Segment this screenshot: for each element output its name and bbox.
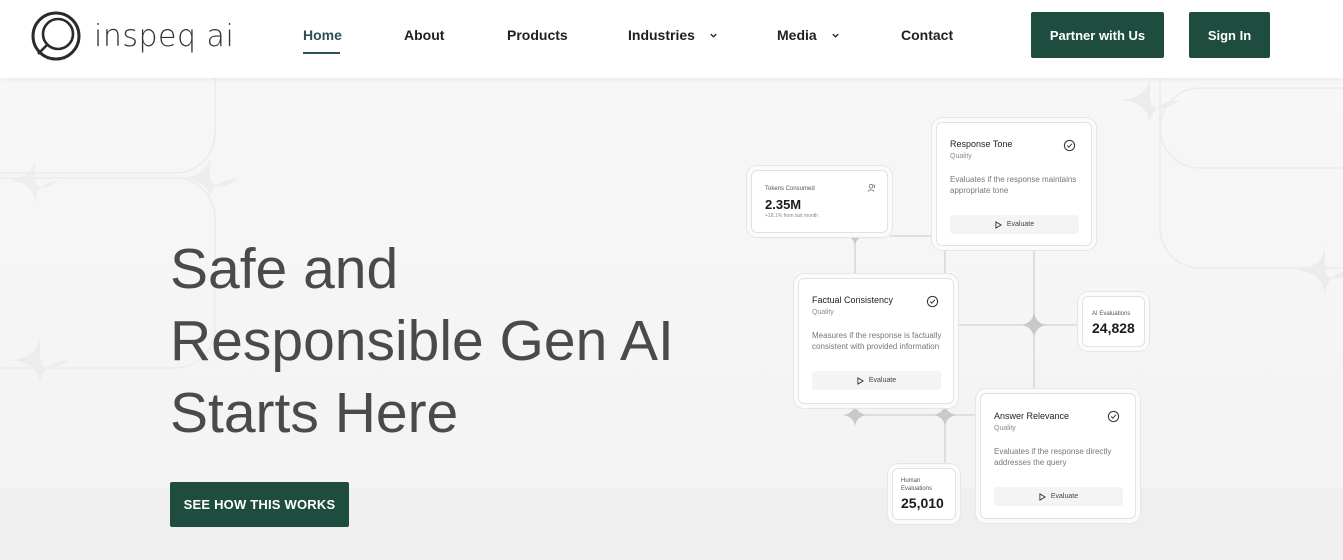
evaluate-button[interactable]: Evaluate <box>994 487 1123 506</box>
tokens-note: +18.1% from last month <box>765 213 818 219</box>
play-icon <box>995 220 1002 229</box>
users-icon <box>867 184 875 192</box>
ai-evaluations-value: 24,828 <box>1092 320 1135 336</box>
card-category: Quality <box>994 425 1016 432</box>
evaluate-label: Evaluate <box>1006 221 1035 228</box>
ai-evaluations-label: AI Evaluations <box>1092 311 1131 317</box>
play-icon <box>857 376 864 385</box>
human-evaluations-label: Human Evaluations <box>901 478 933 492</box>
card-description: Evaluates if the response directly addre… <box>994 447 1112 467</box>
check-circle-icon[interactable] <box>926 295 939 308</box>
ai-evaluations-card: AI Evaluations 24,828 <box>1082 296 1145 347</box>
card-category: Quality <box>950 153 972 160</box>
card-description: Measures if the response is factually co… <box>812 331 942 351</box>
dashboard-connector-lines <box>842 226 1080 468</box>
card-description: Evaluates if the response maintains appr… <box>950 175 1077 195</box>
human-evaluations-value: 25,010 <box>901 495 944 511</box>
answer-relevance-card: Answer Relevance Quality Evaluates if th… <box>980 393 1136 519</box>
play-icon <box>1039 492 1046 501</box>
factual-consistency-card: Factual Consistency Quality Measures if … <box>798 278 954 404</box>
human-evaluations-card: Human Evaluations 25,010 <box>892 468 956 520</box>
response-tone-card: Response Tone Quality Evaluates if the r… <box>936 122 1092 246</box>
check-circle-icon[interactable] <box>1107 410 1120 423</box>
evaluate-button[interactable]: Evaluate <box>812 371 941 390</box>
card-title: Answer Relevance <box>994 411 1070 421</box>
card-title: Factual Consistency <box>812 295 894 305</box>
check-circle-icon[interactable] <box>1063 139 1076 152</box>
tokens-value: 2.35M <box>765 197 802 212</box>
card-title: Response Tone <box>950 139 1013 149</box>
evaluate-label: Evaluate <box>1050 493 1079 500</box>
evaluate-label: Evaluate <box>868 377 897 384</box>
card-category: Quality <box>812 309 834 316</box>
tokens-consumed-card: Tokens Consumed 2.35M +18.1% from last m… <box>751 170 888 233</box>
evaluate-button[interactable]: Evaluate <box>950 215 1079 234</box>
tokens-label: Tokens Consumed <box>765 186 815 192</box>
